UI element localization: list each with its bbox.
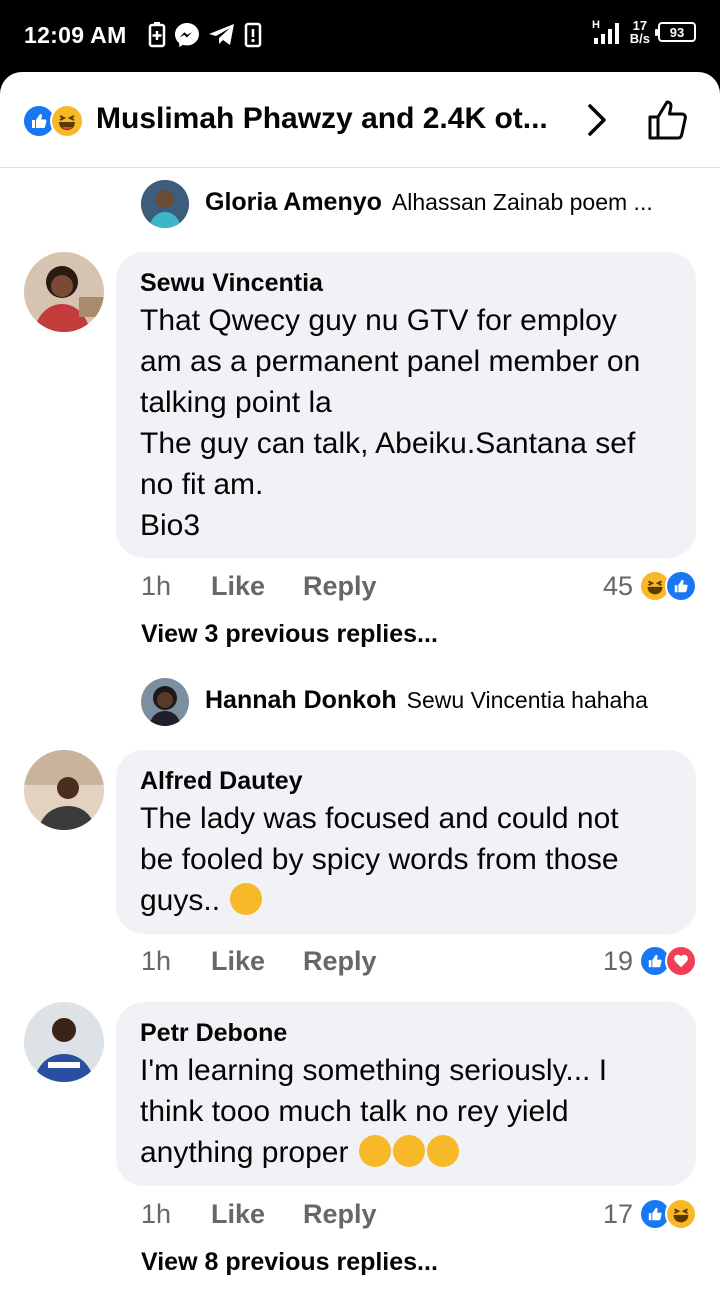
- reply-preview[interactable]: Gloria Amenyo Alhassan Zainab poem ...: [205, 188, 653, 217]
- status-time: 12:09 AM: [24, 22, 127, 48]
- avatar[interactable]: [24, 1002, 104, 1082]
- comment-text-body: The lady was focused and could not be fo…: [140, 802, 619, 917]
- reactions-header[interactable]: Muslimah Phawzy and 2.4K ot...: [0, 72, 720, 168]
- phone-alert-icon: [244, 22, 262, 48]
- like-reaction-icon: [665, 570, 697, 602]
- comment-author[interactable]: Alfred Dautey: [140, 764, 672, 798]
- header-reactions: [22, 104, 84, 138]
- reaction-summary[interactable]: 45: [603, 570, 697, 602]
- reply-text: Alhassan Zainab poem ...: [391, 189, 653, 215]
- signal-type-label: H: [592, 19, 600, 31]
- battery-icon: 93: [655, 22, 696, 42]
- comment-actions: 1h Like Reply 17: [141, 1194, 697, 1234]
- page-title: Muslimah Phawzy and 2.4K ot...: [96, 102, 548, 135]
- thinking-emoji-icon: [392, 1135, 425, 1167]
- view-previous-replies[interactable]: View 8 previous replies...: [141, 1248, 438, 1277]
- like-button[interactable]: Like: [211, 1199, 303, 1230]
- net-speed: 17 B/s: [630, 19, 650, 45]
- like-button[interactable]: Like: [211, 946, 303, 977]
- reaction-count: 17: [602, 1198, 633, 1229]
- comment-time: 1h: [141, 1198, 172, 1229]
- avatar[interactable]: [141, 678, 189, 726]
- reply-button[interactable]: Reply: [303, 571, 377, 602]
- comment-time: 1h: [141, 570, 172, 601]
- reply-preview[interactable]: Hannah Donkoh Sewu Vincentia hahaha: [205, 686, 648, 715]
- comment-actions: 1h Like Reply 45: [141, 566, 697, 606]
- thinking-emoji-icon: [358, 1135, 391, 1167]
- comments-sheet: Muslimah Phawzy and 2.4K ot... Gloria Am…: [0, 72, 720, 1310]
- status-bar: 12:09 AM H 17 B/s 93: [0, 0, 720, 72]
- comment-text: The lady was focused and could not be fo…: [140, 798, 672, 921]
- chevron-right-icon[interactable]: [582, 100, 612, 140]
- reaction-summary[interactable]: 19: [603, 945, 697, 977]
- reply-button[interactable]: Reply: [303, 946, 377, 977]
- avatar[interactable]: [24, 750, 104, 830]
- love-reaction-icon: [665, 945, 697, 977]
- battery-saver-icon: [148, 22, 166, 48]
- reaction-summary[interactable]: 17: [603, 1198, 697, 1230]
- reply-text: Sewu Vincentia hahaha: [406, 687, 648, 713]
- comment-text: I'm learning something seriously... I th…: [140, 1050, 672, 1173]
- thinking-emoji-icon: [426, 1135, 459, 1167]
- telegram-icon: [209, 24, 234, 45]
- reply-author[interactable]: Gloria Amenyo: [205, 188, 382, 217]
- view-previous-replies[interactable]: View 3 previous replies...: [141, 620, 438, 649]
- comment-bubble[interactable]: Alfred Dautey The lady was focused and c…: [116, 750, 696, 934]
- comment-bubble[interactable]: Sewu Vincentia That Qwecy guy nu GTV for…: [116, 252, 696, 558]
- net-speed-unit: B/s: [629, 31, 650, 46]
- haha-reaction-icon: [50, 104, 84, 138]
- comment-time: 1h: [141, 945, 172, 976]
- avatar[interactable]: [141, 180, 189, 228]
- comment-text: That Qwecy guy nu GTV for employ am as a…: [140, 304, 641, 542]
- system-icons: H 17 B/s 93: [592, 18, 696, 46]
- rofl-emoji-icon: [230, 883, 263, 915]
- comment-bubble[interactable]: Petr Debone I'm learning something serio…: [116, 1002, 696, 1186]
- messenger-icon: [175, 23, 199, 47]
- reaction-count: 45: [602, 570, 633, 601]
- like-button[interactable]: Like: [211, 571, 303, 602]
- avatar[interactable]: [24, 252, 104, 332]
- reaction-count: 19: [602, 945, 633, 976]
- like-button-icon[interactable]: [644, 96, 692, 144]
- comment-author[interactable]: Sewu Vincentia: [140, 266, 672, 300]
- comment-actions: 1h Like Reply 19: [141, 941, 697, 981]
- signal-icon: H: [592, 19, 619, 44]
- notification-icons: [148, 22, 262, 48]
- reply-button[interactable]: Reply: [303, 1199, 377, 1230]
- reply-author[interactable]: Hannah Donkoh: [205, 686, 397, 715]
- comment-author[interactable]: Petr Debone: [140, 1016, 672, 1050]
- haha-reaction-icon: [665, 1198, 697, 1230]
